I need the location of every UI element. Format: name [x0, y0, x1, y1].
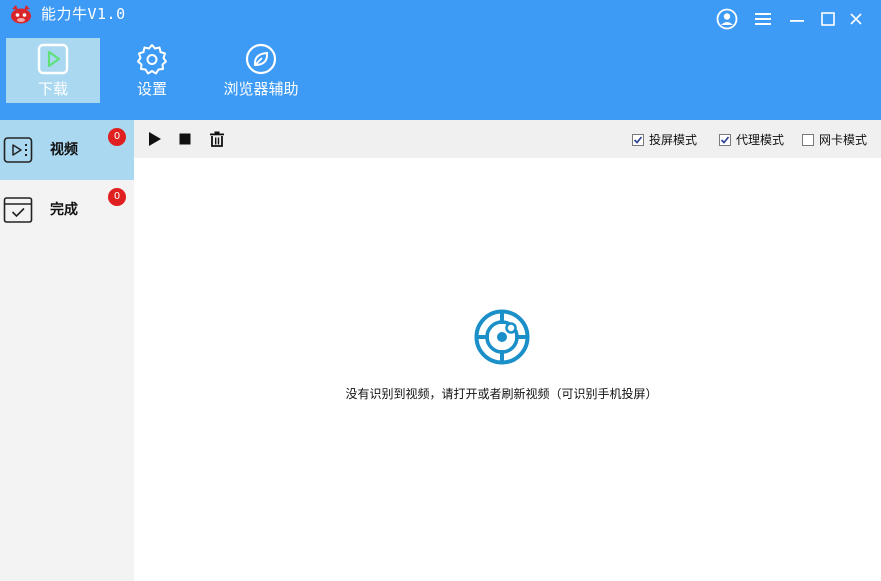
- tab-browser-assist-label: 浏览器辅助: [223, 80, 299, 98]
- stop-icon: [179, 133, 191, 145]
- nic-mode-checkbox[interactable]: 网卡模式: [802, 132, 867, 148]
- app-logo-icon: [11, 5, 31, 24]
- proxy-mode-box[interactable]: [719, 134, 731, 146]
- user-icon[interactable]: [716, 8, 738, 30]
- delete-button[interactable]: [207, 129, 227, 149]
- close-icon[interactable]: [845, 8, 867, 30]
- minimize-icon[interactable]: [786, 8, 808, 30]
- app-title: 能力牛V1.0: [41, 5, 126, 23]
- video-icon: [3, 137, 33, 163]
- tab-download[interactable]: 下载: [6, 38, 100, 103]
- radar-icon: [474, 309, 530, 365]
- stop-button[interactable]: [175, 129, 195, 149]
- check-icon: [633, 136, 643, 144]
- trash-icon: [210, 131, 224, 147]
- play-button[interactable]: [145, 129, 165, 149]
- nic-mode-box[interactable]: [802, 134, 814, 146]
- empty-state-message: 没有识别到视频，请打开或者刷新视频（可识别手机投屏）: [345, 387, 658, 401]
- screencast-mode-checkbox[interactable]: 投屏模式: [632, 132, 697, 148]
- tab-settings-label: 设置: [136, 80, 167, 98]
- tab-settings[interactable]: 设置: [122, 38, 182, 103]
- toolbar: 投屏模式 代理模式 网卡模式: [134, 120, 881, 158]
- menu-icon[interactable]: [752, 8, 774, 30]
- check-icon: [720, 136, 730, 144]
- video-count-badge: 0: [108, 128, 126, 146]
- browser-leaf-icon: [245, 43, 277, 75]
- sidebar: 视频 0 完成 0: [0, 120, 134, 581]
- done-count-badge: 0: [108, 188, 126, 206]
- gear-icon: [137, 44, 167, 75]
- screencast-mode-box[interactable]: [632, 134, 644, 146]
- done-icon: [3, 197, 33, 223]
- proxy-mode-checkbox[interactable]: 代理模式: [719, 132, 784, 148]
- video-list-area: 没有识别到视频，请打开或者刷新视频（可识别手机投屏）: [134, 158, 881, 581]
- nic-mode-label: 网卡模式: [819, 133, 868, 147]
- app-header: 能力牛V1.0 下载 设置 浏览器辅助: [0, 0, 881, 120]
- title-bar[interactable]: 能力牛V1.0: [0, 0, 881, 32]
- play-square-icon: [37, 43, 69, 75]
- screencast-mode-label: 投屏模式: [649, 133, 698, 147]
- play-icon: [149, 132, 161, 146]
- sidebar-item-video-label: 视频: [50, 142, 78, 158]
- proxy-mode-label: 代理模式: [736, 133, 785, 147]
- sidebar-item-done[interactable]: 完成 0: [0, 180, 134, 240]
- sidebar-item-done-label: 完成: [50, 202, 78, 218]
- tab-browser-assist[interactable]: 浏览器辅助: [216, 38, 306, 103]
- sidebar-item-video[interactable]: 视频 0: [0, 120, 134, 180]
- tab-download-label: 下载: [37, 80, 68, 98]
- maximize-icon[interactable]: [817, 8, 839, 30]
